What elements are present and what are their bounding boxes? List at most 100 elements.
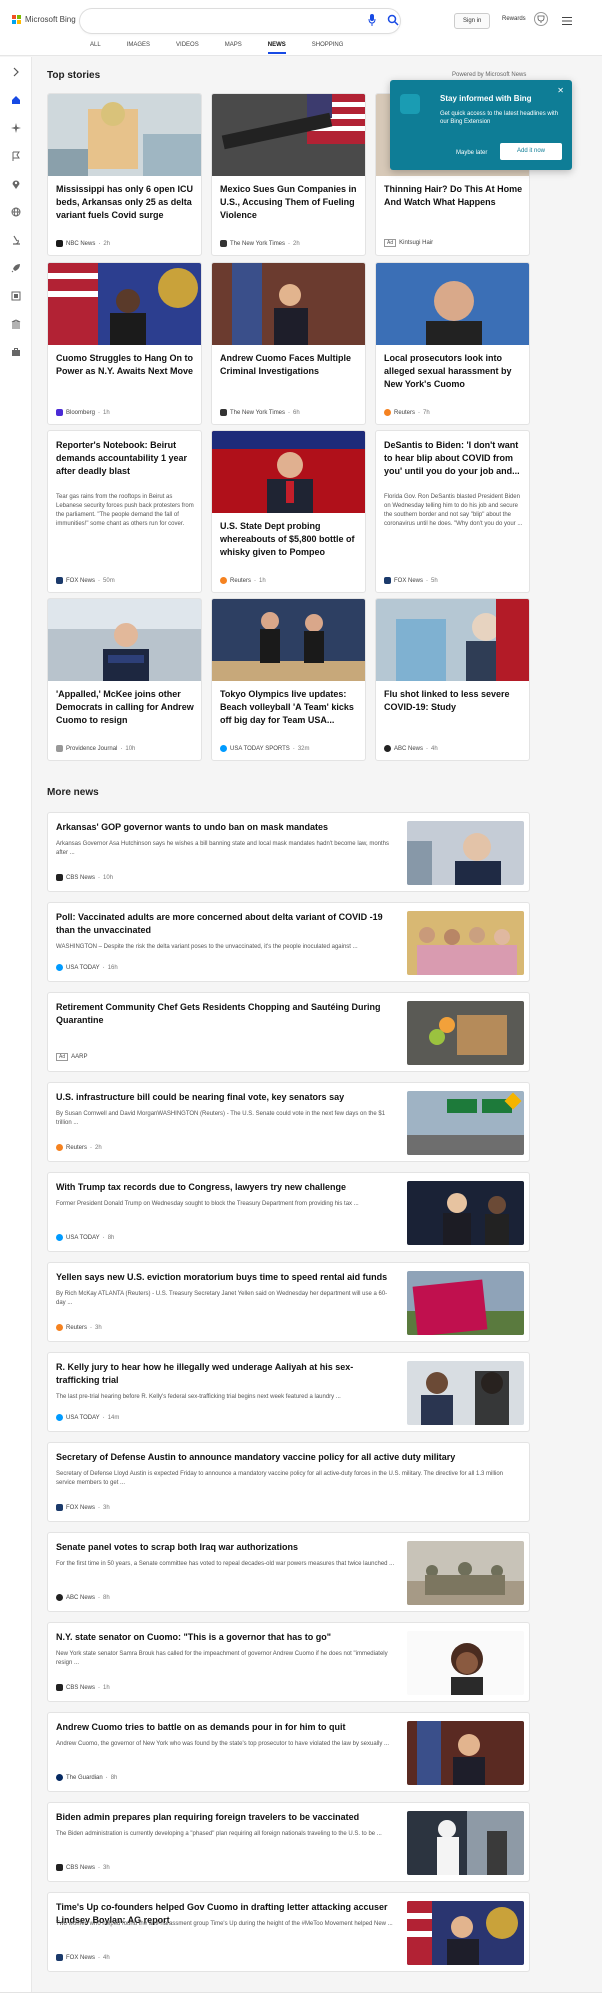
- news-title[interactable]: Retirement Community Chef Gets Residents…: [56, 1001, 396, 1027]
- news-title[interactable]: Biden admin prepares plan requiring fore…: [56, 1811, 396, 1824]
- story-card[interactable]: 'Appalled,' McKee joins other Democrats …: [47, 598, 202, 761]
- story-card[interactable]: Tokyo Olympics live updates: Beach volle…: [211, 598, 366, 761]
- close-icon[interactable]: ✕: [557, 86, 564, 95]
- bing-extension-popup: ✕ Stay informed with Bing Get quick acce…: [390, 80, 572, 170]
- story-card[interactable]: U.S. State Dept probing whereabouts of $…: [211, 430, 366, 593]
- reuters-logo-icon: [384, 409, 391, 416]
- news-item[interactable]: Arkansas' GOP governor wants to undo ban…: [47, 812, 530, 892]
- tab-news[interactable]: NEWS: [267, 40, 286, 54]
- story-card[interactable]: Local prosecutors look into alleged sexu…: [375, 262, 530, 425]
- news-item[interactable]: Poll: Vaccinated adults are more concern…: [47, 902, 530, 982]
- news-image: [407, 1271, 524, 1335]
- microsoft-logo-icon: [12, 15, 21, 24]
- news-item[interactable]: Time's Up co-founders helped Gov Cuomo i…: [47, 1892, 530, 1972]
- search-input[interactable]: [90, 13, 340, 29]
- story-title[interactable]: Andrew Cuomo Faces Multiple Criminal Inv…: [220, 352, 360, 378]
- search-tabs: ALL IMAGES VIDEOS MAPS NEWS SHOPPING: [90, 40, 343, 54]
- news-item[interactable]: With Trump tax records due to Congress, …: [47, 1172, 530, 1252]
- flag-icon[interactable]: [11, 151, 21, 161]
- news-title[interactable]: With Trump tax records due to Congress, …: [56, 1181, 396, 1194]
- news-snippet: By Rich McKay ATLANTA (Reuters) - U.S. T…: [56, 1291, 388, 1306]
- globe-icon[interactable]: [11, 207, 21, 217]
- tab-maps[interactable]: MAPS: [225, 40, 242, 54]
- news-item[interactable]: R. Kelly jury to hear how he illegally w…: [47, 1352, 530, 1432]
- rocket-icon[interactable]: [11, 263, 21, 273]
- news-source: CBS News · 10h: [56, 874, 113, 881]
- news-item[interactable]: Yellen says new U.S. eviction moratorium…: [47, 1262, 530, 1342]
- story-title[interactable]: Mexico Sues Gun Companies in U.S., Accus…: [220, 183, 360, 222]
- microphone-icon[interactable]: [368, 14, 376, 26]
- news-title[interactable]: Senate panel votes to scrap both Iraq wa…: [56, 1541, 396, 1554]
- story-card[interactable]: Cuomo Struggles to Hang On to Power as N…: [47, 262, 202, 425]
- news-item[interactable]: Biden admin prepares plan requiring fore…: [47, 1802, 530, 1882]
- story-image: [376, 599, 529, 681]
- news-image: [407, 1631, 524, 1695]
- film-icon[interactable]: [11, 291, 21, 301]
- news-source: USA TODAY · 8h: [56, 1234, 114, 1241]
- sign-in-button[interactable]: Sign in: [454, 13, 491, 29]
- story-title[interactable]: Local prosecutors look into alleged sexu…: [384, 352, 524, 391]
- usa-today-logo-icon: [220, 745, 227, 752]
- story-image: [212, 94, 365, 176]
- news-title[interactable]: Arkansas' GOP governor wants to undo ban…: [56, 821, 396, 834]
- news-title[interactable]: R. Kelly jury to hear how he illegally w…: [56, 1361, 396, 1387]
- bank-icon[interactable]: [11, 319, 21, 329]
- home-icon[interactable]: [11, 95, 21, 105]
- story-title[interactable]: Flu shot linked to less severe COVID-19:…: [384, 688, 524, 714]
- story-card[interactable]: Reporter's Notebook: Beirut demands acco…: [47, 430, 202, 593]
- story-title[interactable]: Thinning Hair? Do This At Home And Watch…: [384, 183, 524, 209]
- news-item[interactable]: Senate panel votes to scrap both Iraq wa…: [47, 1532, 530, 1612]
- rewards-trophy-icon[interactable]: [534, 12, 548, 26]
- maybe-later-button[interactable]: Maybe later: [456, 150, 487, 156]
- microscope-icon[interactable]: [11, 235, 21, 245]
- location-pin-icon[interactable]: [11, 179, 21, 189]
- briefcase-icon[interactable]: [11, 347, 21, 357]
- news-item[interactable]: Andrew Cuomo tries to battle on as deman…: [47, 1712, 530, 1792]
- news-title[interactable]: Secretary of Defense Austin to announce …: [56, 1451, 526, 1464]
- ad-badge: Ad: [384, 239, 397, 247]
- sparkle-icon[interactable]: [11, 123, 21, 133]
- news-title[interactable]: Poll: Vaccinated adults are more concern…: [56, 911, 396, 937]
- story-title[interactable]: Mississippi has only 6 open ICU beds, Ar…: [56, 183, 196, 222]
- story-title[interactable]: Tokyo Olympics live updates: Beach volle…: [220, 688, 360, 727]
- news-title[interactable]: Yellen says new U.S. eviction moratorium…: [56, 1271, 396, 1284]
- search-box[interactable]: [80, 9, 400, 33]
- ad-news-item[interactable]: Retirement Community Chef Gets Residents…: [47, 992, 530, 1072]
- story-title[interactable]: Reporter's Notebook: Beirut demands acco…: [56, 439, 196, 478]
- rewards-link[interactable]: Rewards: [502, 16, 526, 22]
- news-source: USA TODAY · 16h: [56, 964, 118, 971]
- news-title[interactable]: Andrew Cuomo tries to battle on as deman…: [56, 1721, 396, 1734]
- story-card[interactable]: DeSantis to Biden: 'I don't want to hear…: [375, 430, 530, 593]
- news-snippet: Former President Donald Trump on Wednesd…: [56, 1201, 359, 1207]
- news-item[interactable]: N.Y. state senator on Cuomo: "This is a …: [47, 1622, 530, 1702]
- story-source: FOX News · 50m: [56, 577, 115, 584]
- add-it-now-button[interactable]: Add it now: [500, 143, 562, 160]
- story-card[interactable]: Mexico Sues Gun Companies in U.S., Accus…: [211, 93, 366, 256]
- news-source: CBS News · 1h: [56, 1684, 110, 1691]
- story-card[interactable]: Flu shot linked to less severe COVID-19:…: [375, 598, 530, 761]
- tab-shopping[interactable]: SHOPPING: [312, 40, 344, 54]
- bing-logo[interactable]: Microsoft Bing: [12, 15, 76, 24]
- expand-chevron-icon[interactable]: [11, 67, 21, 77]
- story-title[interactable]: 'Appalled,' McKee joins other Democrats …: [56, 688, 196, 727]
- news-item[interactable]: Secretary of Defense Austin to announce …: [47, 1442, 530, 1522]
- story-card[interactable]: Andrew Cuomo Faces Multiple Criminal Inv…: [211, 262, 366, 425]
- search-icon[interactable]: [387, 14, 399, 26]
- news-title[interactable]: N.Y. state senator on Cuomo: "This is a …: [56, 1631, 396, 1644]
- news-title[interactable]: U.S. infrastructure bill could be nearin…: [56, 1091, 396, 1104]
- tab-videos[interactable]: VIDEOS: [176, 40, 199, 54]
- story-snippet: Florida Gov. Ron DeSantis blasted Presid…: [384, 494, 523, 527]
- story-title[interactable]: U.S. State Dept probing whereabouts of $…: [220, 520, 360, 559]
- story-image: [212, 599, 365, 681]
- tab-all[interactable]: ALL: [90, 40, 101, 54]
- story-card[interactable]: Mississippi has only 6 open ICU beds, Ar…: [47, 93, 202, 256]
- news-item[interactable]: U.S. infrastructure bill could be nearin…: [47, 1082, 530, 1162]
- tab-images[interactable]: IMAGES: [127, 40, 150, 54]
- story-title[interactable]: Cuomo Struggles to Hang On to Power as N…: [56, 352, 196, 378]
- story-source: Ad Kintsugi Hair: [384, 239, 433, 247]
- news-snippet: WASHINGTON – Despite the risk the delta …: [56, 944, 358, 950]
- story-title[interactable]: DeSantis to Biden: 'I don't want to hear…: [384, 439, 524, 478]
- story-source: FOX News · 5h: [384, 577, 438, 584]
- hamburger-menu-icon[interactable]: [562, 17, 572, 25]
- abc-news-logo-icon: [56, 1594, 63, 1601]
